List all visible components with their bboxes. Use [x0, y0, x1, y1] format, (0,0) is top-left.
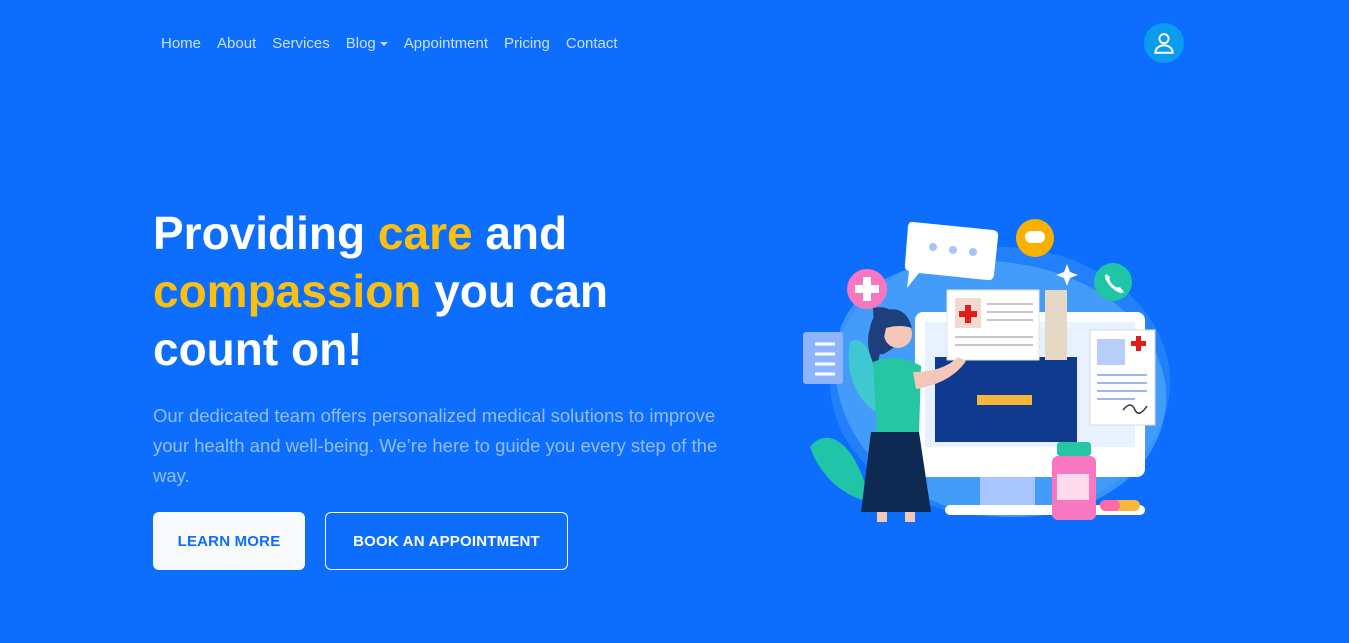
main-nav: Home About Services Blog Appointment Pri…	[153, 34, 626, 54]
dropdown-caret-icon	[379, 42, 388, 46]
learn-more-button[interactable]: LEARN MORE	[153, 512, 305, 570]
nav-blog-label: Blog	[345, 35, 376, 52]
nav-pricing[interactable]: Pricing	[496, 34, 558, 54]
nav-blog-dropdown[interactable]: Blog	[338, 34, 396, 54]
hero-title: Providing care and compassion you can cou…	[153, 204, 713, 378]
hero-description: Our dedicated team offers personalized m…	[153, 405, 718, 486]
user-account-button[interactable]	[1144, 23, 1184, 63]
book-appointment-button[interactable]: BOOK AN APPOINTMENT	[325, 512, 568, 570]
title-text-1: Providing	[153, 207, 378, 259]
user-icon	[1154, 33, 1174, 54]
nav-home[interactable]: Home	[153, 34, 209, 54]
title-text-2: and	[472, 207, 568, 259]
medical-illustration	[803, 219, 1170, 522]
nav-about[interactable]: About	[209, 34, 264, 54]
nav-services[interactable]: Services	[264, 34, 338, 54]
title-highlight-care: care	[377, 207, 473, 259]
title-highlight-compassion: compassion	[153, 265, 422, 317]
nav-appointment[interactable]: Appointment	[396, 34, 496, 54]
nav-contact[interactable]: Contact	[558, 34, 626, 54]
